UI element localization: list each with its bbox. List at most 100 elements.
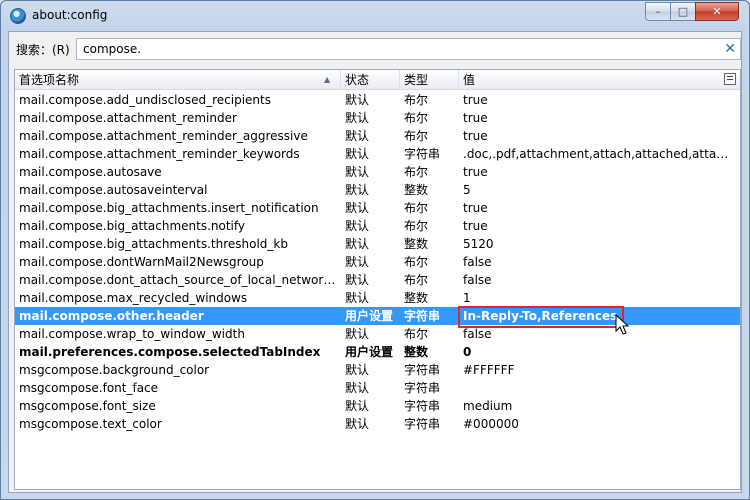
search-box[interactable]: ✕	[76, 38, 741, 60]
window-title: about:config	[32, 8, 108, 22]
pref-state-cell: 默认	[345, 381, 370, 395]
pref-state-cell: 默认	[345, 237, 370, 251]
table-row[interactable]: msgcompose.text_color 默认 字符串 #000000	[15, 415, 740, 433]
pref-value-cell: true	[463, 93, 488, 107]
table-row[interactable]: mail.compose.autosave 默认 布尔 true	[15, 163, 740, 181]
title-bar[interactable]: about:config – □ ✕	[1, 1, 749, 31]
pref-state-cell: 默认	[345, 291, 370, 305]
table-row[interactable]: mail.compose.attachment_reminder 默认 布尔 true	[15, 109, 740, 127]
pref-type-cell: 字符串	[404, 417, 441, 431]
pref-type-cell: 布尔	[404, 129, 429, 143]
table-row[interactable]: mail.compose.attachment_reminder_aggress…	[15, 127, 740, 145]
pref-type-cell: 布尔	[404, 273, 429, 287]
pref-state-cell: 默认	[345, 399, 370, 413]
pref-value-cell: 0	[463, 345, 472, 359]
pref-value-cell: true	[463, 111, 488, 125]
pref-state-cell: 用户设置	[345, 309, 394, 323]
pref-state-cell: 默认	[345, 129, 370, 143]
pref-name-cell: mail.compose.dontWarnMail2Newsgroup	[19, 255, 264, 269]
pref-value-cell: 5	[463, 183, 471, 197]
pref-type-cell: 整数	[404, 345, 429, 359]
pref-type-cell: 字符串	[404, 363, 441, 377]
config-client-area: 搜索：(R) ✕ 首选项名称 ▲ 状态 类型 值 mail.compose.ad…	[8, 31, 742, 493]
pref-value-cell: In-Reply-To,References	[463, 309, 618, 323]
table-row[interactable]: mail.compose.dont_attach_source_of_local…	[15, 271, 740, 289]
pref-type-cell: 布尔	[404, 327, 429, 341]
table-row[interactable]: mail.compose.dontWarnMail2Newsgroup 默认 布尔 f…	[15, 253, 740, 271]
table-row[interactable]: mail.compose.other.header 用户设置 字符串 In-Reply…	[15, 306, 740, 335]
pref-name-cell: mail.compose.wrap_to_window_width	[19, 327, 245, 341]
pref-type-cell: 整数	[404, 291, 429, 305]
pref-type-cell: 布尔	[404, 201, 429, 215]
clear-search-icon[interactable]: ✕	[724, 40, 736, 58]
pref-name-cell: mail.compose.autosaveinterval	[19, 183, 208, 197]
pref-state-cell: 默认	[345, 165, 370, 179]
pref-type-cell: 字符串	[404, 309, 441, 323]
table-row[interactable]: mail.compose.big_attachments.notify 默认 布尔 t…	[15, 217, 740, 235]
pref-name-cell: mail.compose.attachment_reminder_aggress…	[19, 129, 308, 143]
table-row[interactable]: mail.compose.autosaveinterval 默认 整数 5	[15, 181, 740, 199]
pref-name-cell: mail.compose.autosave	[19, 165, 162, 179]
pref-value-cell: true	[463, 219, 488, 233]
pref-name-cell: mail.compose.attachment_reminder_keyword…	[19, 147, 300, 161]
pref-value-cell: true	[463, 201, 488, 215]
table-row[interactable]: msgcompose.background_color 默认 字符串 #FFFFFF	[15, 361, 740, 379]
table-row[interactable]: mail.preferences.compose.selectedTabInde…	[15, 343, 740, 361]
preferences-tree[interactable]: 首选项名称 ▲ 状态 类型 值 mail.compose.add_undiscl…	[14, 69, 741, 490]
pref-name-cell: mail.compose.max_recycled_windows	[19, 291, 248, 305]
search-label: 搜索：(R)	[16, 43, 70, 57]
pref-type-cell: 字符串	[404, 381, 441, 395]
pref-value-cell: medium	[463, 399, 513, 413]
pref-state-cell: 默认	[345, 273, 370, 287]
table-row[interactable]: msgcompose.font_size 默认 字符串 medium	[15, 397, 740, 415]
column-header-state[interactable]: 状态	[341, 70, 400, 90]
pref-type-cell: 字符串	[404, 399, 441, 413]
pref-state-cell: 默认	[345, 183, 370, 197]
pref-type-cell: 整数	[404, 237, 429, 251]
pref-value-cell: false	[463, 273, 492, 287]
sort-ascending-icon: ▲	[324, 75, 331, 84]
pref-value-cell: 1	[463, 291, 471, 305]
pref-state-cell: 用户设置	[345, 345, 394, 359]
pref-name-cell: mail.compose.other.header	[19, 309, 204, 323]
column-header-value[interactable]: 值	[459, 70, 721, 90]
pref-name-cell: mail.compose.dont_attach_source_of_local…	[19, 273, 341, 287]
pref-state-cell: 默认	[345, 417, 370, 431]
pref-name-cell: mail.compose.big_attachments.notify	[19, 219, 246, 233]
pref-type-cell: 布尔	[404, 111, 429, 125]
pref-value-cell: false	[463, 255, 492, 269]
pref-name-cell: msgcompose.font_size	[19, 399, 156, 413]
pref-type-cell: 布尔	[404, 219, 429, 233]
pref-type-cell: 布尔	[404, 255, 429, 269]
table-row[interactable]: msgcompose.font_face 默认 字符串	[15, 379, 740, 397]
table-row[interactable]: mail.compose.wrap_to_window_width 默认 布尔 fal…	[15, 325, 740, 343]
pref-state-cell: 默认	[345, 363, 370, 377]
minimize-button[interactable]: –	[645, 2, 671, 21]
preference-rows: mail.compose.add_undisclosed_recipients 默…	[15, 91, 740, 433]
table-row[interactable]: mail.compose.add_undisclosed_recipients 默…	[15, 91, 740, 109]
pref-type-cell: 布尔	[404, 93, 429, 107]
pref-state-cell: 默认	[345, 255, 370, 269]
pref-state-cell: 默认	[345, 201, 370, 215]
table-row[interactable]: mail.compose.big_attachments.insert_noti…	[15, 199, 740, 217]
close-button[interactable]: ✕	[695, 2, 739, 21]
search-input[interactable]	[83, 41, 703, 57]
column-header-name-label: 首选项名称	[19, 73, 80, 87]
pref-name-cell: mail.compose.add_undisclosed_recipients	[19, 93, 271, 107]
maximize-button[interactable]: □	[670, 2, 696, 21]
table-row[interactable]: mail.compose.max_recycled_windows 默认 整数 1	[15, 289, 740, 307]
pref-type-cell: 整数	[404, 183, 429, 197]
pref-name-cell: msgcompose.text_color	[19, 417, 162, 431]
column-header-name[interactable]: 首选项名称 ▲	[15, 70, 341, 90]
pref-state-cell: 默认	[345, 147, 370, 161]
about-config-window: about:config – □ ✕ 搜索：(R) ✕ 首选项名称 ▲ 状态 类…	[0, 0, 750, 500]
pref-state-cell: 默认	[345, 219, 370, 233]
column-header-type[interactable]: 类型	[400, 70, 459, 90]
table-row[interactable]: mail.compose.big_attachments.threshold_k…	[15, 235, 740, 253]
pref-value-cell: true	[463, 165, 488, 179]
column-picker-icon[interactable]	[724, 73, 736, 85]
column-header-row: 首选项名称 ▲ 状态 类型 值	[15, 70, 740, 90]
pref-value-cell: #000000	[463, 417, 519, 431]
pref-value-cell: .doc,.pdf,attachment,attach,attached,att…	[463, 147, 740, 161]
table-row[interactable]: mail.compose.attachment_reminder_keyword…	[15, 145, 740, 163]
